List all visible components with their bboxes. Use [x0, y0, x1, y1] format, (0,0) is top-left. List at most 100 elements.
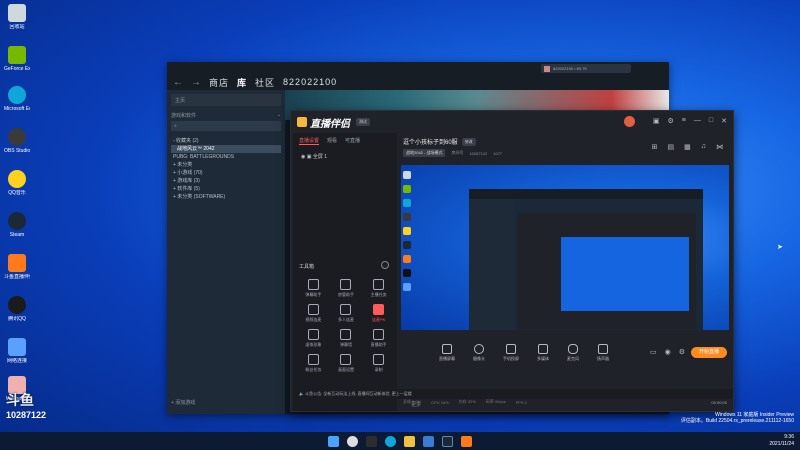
maximize-icon[interactable]: □ — [709, 117, 713, 125]
list-item-selected[interactable]: 战地风云™ 2042 — [171, 145, 281, 153]
folder-icon[interactable] — [404, 435, 415, 447]
room-meta: 战地2042 - 战场模式 房间号 10287122 1077 — [403, 149, 502, 157]
store-icon[interactable] — [423, 435, 434, 447]
tab-user[interactable]: 822022100 — [283, 77, 337, 87]
back-arrow-icon[interactable]: ← — [173, 77, 183, 88]
header-tools: ⊞ ▤ ▦ ♫ ⋈ — [652, 143, 723, 151]
view-controls: ▭ ◉ ⚙ — [650, 348, 685, 356]
tool-video-link[interactable]: 视频连麦 — [297, 304, 330, 323]
tool-danmu[interactable]: 弹幕助手 — [297, 279, 330, 298]
live-preview[interactable] — [401, 165, 729, 330]
add-game-button[interactable]: + 添加游戏 — [171, 399, 195, 406]
windows-start-icon[interactable] — [328, 435, 339, 447]
tool-assistant[interactable]: 直播助手 — [362, 329, 395, 348]
status-bar: 丢帧 0.0% CPU 16% 内存 32% 码率 0kbps FPS 0 00… — [403, 399, 727, 405]
tool-danmu-wall[interactable]: 弹幕墙 — [330, 329, 363, 348]
monitor-icon — [442, 344, 452, 354]
tab-watch[interactable]: 观看 — [327, 137, 337, 145]
tool-icon — [373, 279, 385, 290]
close-icon[interactable]: ✕ — [721, 117, 727, 125]
edit-title-button[interactable]: 修改 — [461, 137, 476, 146]
tool-icon — [307, 304, 319, 315]
scene-item[interactable]: ◉ ▣ 全屏 1 — [293, 149, 397, 164]
eye-icon[interactable]: ◉ — [665, 348, 671, 356]
list-item[interactable]: + 软件库 (5) — [167, 185, 285, 193]
desktop-icon-douyu[interactable]: 斗鱼直播伴侣 — [4, 254, 30, 280]
sidebar-filter[interactable]: 游戏和软件 ⌄ — [171, 112, 281, 119]
logo-icon — [297, 117, 307, 127]
avatar[interactable] — [624, 116, 635, 127]
tool-tasks[interactable]: 主播任务 — [362, 279, 395, 298]
list-item[interactable]: + 小游戏 (70) — [167, 169, 285, 177]
douyu-taskbar-icon[interactable] — [461, 435, 472, 447]
desktop-icon-steam[interactable]: Steam — [4, 212, 30, 238]
gear-icon[interactable]: ⚙ — [679, 348, 685, 356]
menu-icon[interactable]: ≡ — [682, 117, 686, 125]
tab-available[interactable]: 可直播 — [345, 137, 360, 145]
list-item[interactable]: PUBG: BATTLEGROUNDS — [167, 153, 285, 161]
steam-user-box[interactable]: 822022100 • ¥0.75 — [541, 64, 631, 73]
edge-icon[interactable] — [385, 435, 396, 447]
forward-arrow-icon[interactable]: → — [191, 77, 201, 88]
tool-display[interactable]: 画面设置 — [330, 354, 363, 373]
tab-live-settings[interactable]: 直播设置 — [299, 137, 320, 145]
list-item[interactable]: + 未分类 (SOFTWARE) — [167, 193, 285, 201]
preview-recursive — [561, 237, 689, 311]
tool-room-admin[interactable]: 房管助手 — [330, 279, 363, 298]
tool-avatar[interactable]: 虚拟形象 — [297, 329, 330, 348]
tool-icon — [307, 279, 319, 290]
list-item[interactable]: - 收藏夹 (2) — [167, 137, 285, 145]
task-view-icon[interactable] — [366, 435, 377, 447]
system-clock[interactable]: 9:36 2021/11/24 — [769, 434, 794, 448]
tab-store[interactable]: 商店 — [209, 76, 229, 89]
list-item[interactable]: + 游戏库 (3) — [167, 177, 285, 185]
shop-icon[interactable]: ▦ — [684, 143, 691, 151]
tool-fan-tasks[interactable]: 粉丝任务 — [297, 354, 330, 373]
desktop-icon-qq[interactable]: 腾讯QQ — [4, 296, 30, 322]
desktop-icon-geforce[interactable]: GeForce Experience — [4, 46, 30, 72]
chart-icon[interactable]: ▤ — [668, 143, 675, 151]
desktop-icon-obs[interactable]: OBS Studio — [4, 128, 30, 154]
start-live-button[interactable]: 开始直播 — [691, 347, 727, 358]
desktop-icon-recycle-bin[interactable]: 回收站 — [4, 4, 30, 30]
stream-main-panel: 逗个小孩标子到60服 修改 战地2042 - 战场模式 房间号 10287122… — [399, 133, 733, 411]
left-tabs: 直播设置 观看 可直播 — [293, 133, 397, 149]
sidebar-home[interactable]: 主页 — [171, 94, 281, 106]
skin-icon[interactable]: ▣ — [653, 117, 660, 125]
list-item[interactable]: + 未分类 — [167, 161, 285, 169]
share-icon[interactable]: ⋈ — [716, 143, 723, 151]
tool-multi-link[interactable]: 多人连麦 — [330, 304, 363, 323]
bell-icon[interactable]: ♫ — [701, 143, 706, 151]
tool-icon — [307, 329, 319, 340]
desktop-icon-qqmusic[interactable]: QQ音乐 — [4, 170, 30, 196]
tool-icon — [373, 354, 385, 365]
screen-capture-button[interactable]: 直播屏幕 — [439, 344, 455, 362]
search-icon[interactable] — [347, 435, 358, 447]
search-input[interactable]: ⌕ — [171, 121, 281, 131]
gift-icon[interactable]: ⊞ — [652, 143, 658, 151]
microphone-button[interactable]: 麦克风 — [567, 344, 579, 362]
camera-button[interactable]: 摄像头 — [473, 344, 485, 362]
speaker-button[interactable]: 扬声器 — [597, 344, 609, 362]
camera-icon — [474, 344, 484, 354]
category-tag[interactable]: 战地2042 - 战场模式 — [403, 149, 446, 157]
toolbox-title: 工具箱 — [299, 264, 315, 270]
more-icon[interactable]: … — [381, 261, 389, 269]
phone-cast-button[interactable]: 手机投屏 — [503, 344, 519, 362]
online-count: 1077 — [493, 150, 503, 156]
settings-icon[interactable]: ⚙ — [668, 117, 674, 125]
tool-pk[interactable]: 连麦PK — [362, 304, 395, 323]
tab-library[interactable]: 库 — [237, 76, 247, 89]
desktop-icon-network[interactable]: 网络连接 — [4, 338, 30, 364]
minimize-icon[interactable]: — — [694, 117, 701, 125]
tool-record[interactable]: 录制 — [362, 354, 395, 373]
search-icon: ⌕ — [174, 123, 177, 129]
stream-left-panel: 直播设置 观看 可直播 ◉ ▣ 全屏 1 工具箱 … 弹幕助手 房管助手 主播任… — [293, 133, 397, 411]
video-icon[interactable]: ▭ — [650, 348, 657, 356]
steam-taskbar-icon[interactable] — [442, 435, 453, 447]
media-button[interactable]: 多媒体 — [537, 344, 549, 362]
tool-icon — [340, 354, 352, 365]
desktop-icon-edge[interactable]: Microsoft Edge — [4, 86, 30, 112]
tab-community[interactable]: 社区 — [255, 76, 275, 89]
window-controls: ▣ ⚙ ≡ — □ ✕ — [653, 117, 727, 125]
